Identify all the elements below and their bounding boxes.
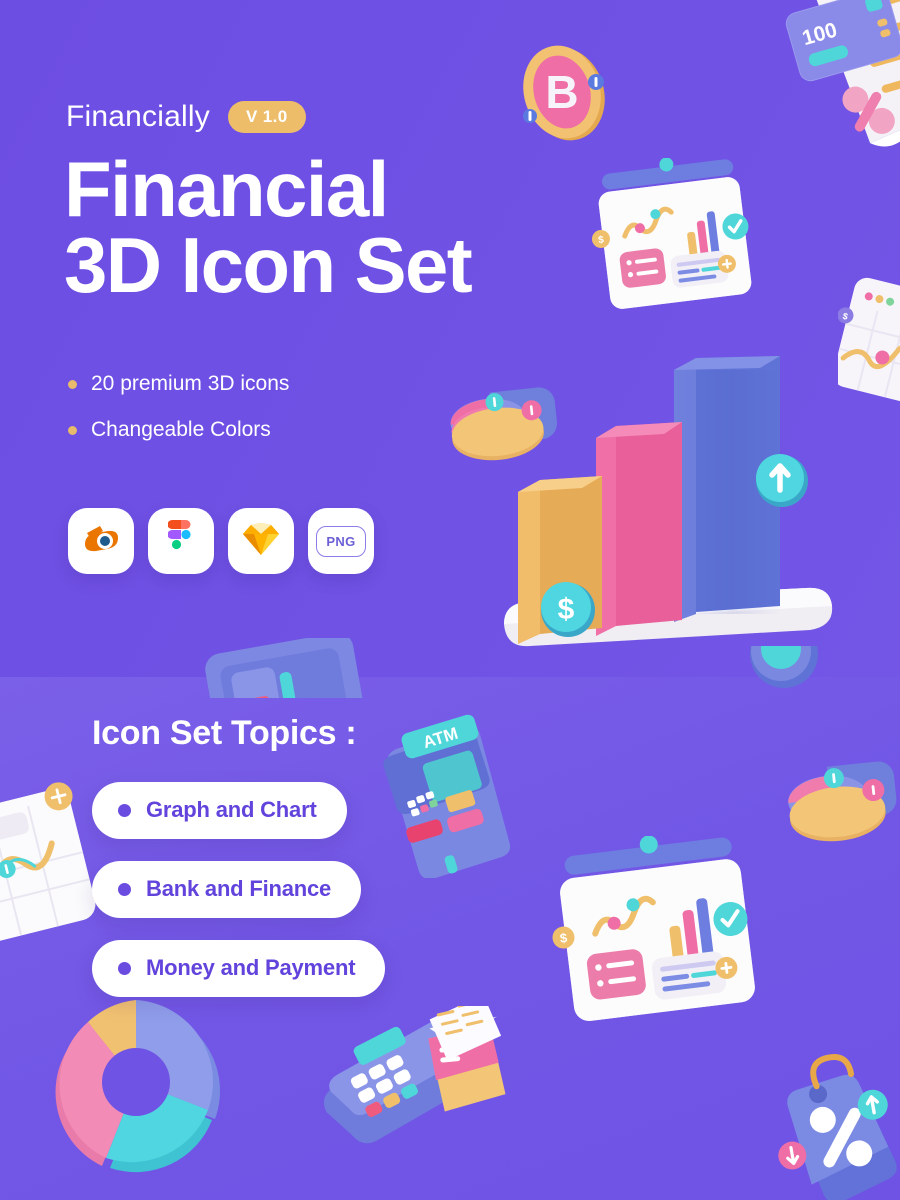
png-icon: PNG — [316, 525, 366, 557]
sketch-icon — [242, 522, 280, 561]
format-badge-figma[interactable] — [148, 508, 214, 574]
figma-icon — [167, 519, 194, 563]
format-badge-png[interactable]: PNG — [308, 508, 374, 574]
page-title: Financial 3D Icon Set — [64, 145, 473, 309]
pill-dot-icon — [118, 803, 131, 817]
bullet-dot-icon — [68, 425, 77, 435]
topic-label: Money and Payment — [146, 955, 356, 980]
version-badge: V 1.0 — [227, 101, 306, 133]
bullet-dot-icon — [68, 379, 77, 389]
feature-list: 20 premium 3D icons Changeable Colors — [68, 372, 289, 464]
topic-label: Bank and Finance — [146, 876, 332, 901]
topic-list: Graph and Chart Bank and Finance Money a… — [92, 782, 386, 1019]
topic-pill-graph-and-chart[interactable]: Graph and Chart — [92, 782, 347, 839]
feature-label: 20 premium 3D icons — [91, 372, 290, 395]
poster-canvas: 100 B $ $ $ ATM $ Financially V 1.0 Fina… — [0, 0, 900, 1200]
pill-dot-icon — [118, 882, 131, 896]
feature-label: Changeable Colors — [91, 418, 271, 441]
format-badge-blender[interactable] — [68, 508, 134, 574]
title-line-1: Financial — [64, 145, 389, 233]
topic-pill-bank-and-finance[interactable]: Bank and Finance — [92, 861, 362, 918]
title-line-2: 3D Icon Set — [64, 220, 473, 309]
topics-heading: Icon Set Topics : — [92, 714, 357, 752]
feature-item: Changeable Colors — [68, 418, 289, 442]
brand-row: Financially V 1.0 — [66, 100, 306, 134]
blender-icon — [83, 524, 119, 559]
topic-pill-money-and-payment[interactable]: Money and Payment — [92, 940, 386, 997]
topic-label: Graph and Chart — [146, 797, 317, 822]
format-badge-sketch[interactable] — [228, 508, 294, 574]
pill-dot-icon — [118, 961, 131, 975]
brand-name: Financially — [66, 100, 210, 133]
feature-item: 20 premium 3D icons — [68, 372, 289, 396]
format-badge-list: PNG — [68, 508, 374, 574]
